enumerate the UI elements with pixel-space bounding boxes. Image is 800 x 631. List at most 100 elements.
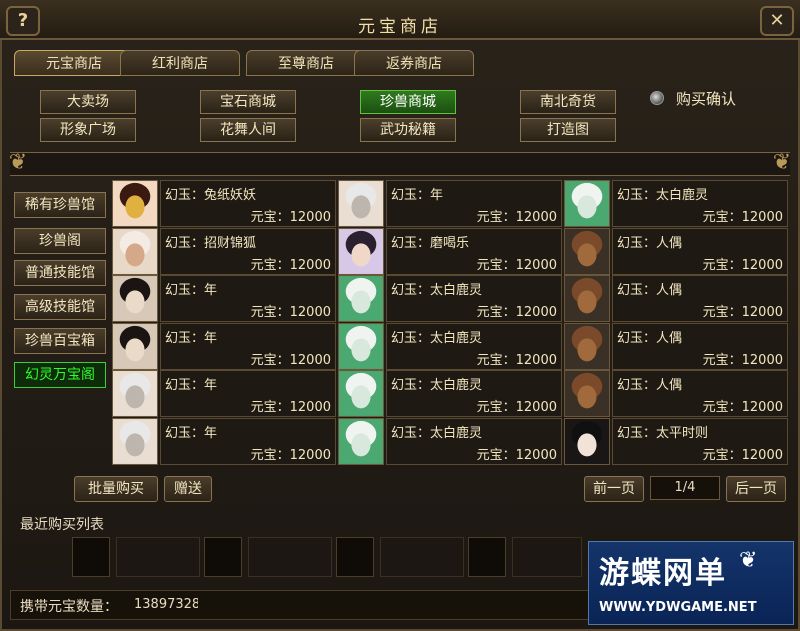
item-cell[interactable]: 幻玉：人偶 元宝：12000 [564,227,788,275]
item-cell[interactable]: 幻玉：太白鹿灵 元宝：12000 [338,322,562,370]
white-hair-portrait-icon[interactable] [112,370,158,418]
category-pet-mall[interactable]: 珍兽商城 [360,90,456,114]
category-appearance-plaza[interactable]: 形象广场 [40,118,136,142]
butterfly-icon: ❦ [739,548,758,573]
fox-portrait-icon[interactable] [112,227,158,275]
recent-slot-icon[interactable] [204,537,242,577]
item-name: 幻玉：人偶 [617,330,683,346]
item-cell[interactable]: 幻玉：太白鹿灵 元宝：12000 [338,275,562,323]
category-gem-mall[interactable]: 宝石商城 [200,90,296,114]
gift-button[interactable]: 赠送 [164,476,212,502]
item-cell[interactable]: 幻玉：兔纸妖妖 元宝：12000 [112,180,336,227]
recent-slot-icon[interactable] [336,537,374,577]
item-info[interactable]: 幻玉：太白鹿灵 元宝：12000 [386,322,562,370]
category-martial-manuals[interactable]: 武功秘籍 [360,118,456,142]
item-cell[interactable]: 幻玉：年 元宝：12000 [112,370,336,418]
white-deer-portrait-icon[interactable] [338,275,384,323]
dark-hair-girl-portrait-icon[interactable] [564,418,610,465]
item-info[interactable]: 幻玉：年 元宝：12000 [160,275,336,323]
sidebar-item-pet-pavilion[interactable]: 珍兽阁 [14,228,106,254]
item-info[interactable]: 幻玉：人偶 元宝：12000 [612,275,788,323]
recent-slot-icon[interactable] [72,537,110,577]
item-info[interactable]: 幻玉：招财锦狐 元宝：12000 [160,227,336,275]
dark-hair-portrait-icon[interactable] [112,322,158,370]
tab-coupon-shop[interactable]: 返券商店 [354,50,474,76]
item-info[interactable]: 幻玉：太平时则 元宝：12000 [612,418,788,465]
item-info[interactable]: 幻玉：太白鹿灵 元宝：12000 [612,180,788,227]
item-cell[interactable]: 幻玉：人偶 元宝：12000 [564,275,788,323]
item-info[interactable]: 幻玉：兔纸妖妖 元宝：12000 [160,180,336,227]
sidebar-item-pet-treasure-box[interactable]: 珍兽百宝箱 [14,328,106,354]
item-info[interactable]: 幻玉：年 元宝：12000 [160,370,336,418]
page-indicator: 1/4 [650,476,720,500]
item-cell[interactable]: 幻玉：年 元宝：12000 [112,322,336,370]
item-info[interactable]: 幻玉：太白鹿灵 元宝：12000 [386,370,562,418]
category-flower-dance[interactable]: 花舞人间 [200,118,296,142]
item-info[interactable]: 幻玉：太白鹿灵 元宝：12000 [386,418,562,465]
close-icon[interactable]: ✕ [760,6,794,36]
item-cell[interactable]: 幻玉：太平时则 元宝：12000 [564,418,788,465]
item-name: 幻玉：太白鹿灵 [617,188,709,203]
item-name: 幻玉：人偶 [617,235,683,251]
white-deer-portrait-icon[interactable] [338,418,384,465]
item-cell[interactable]: 幻玉：招财锦狐 元宝：12000 [112,227,336,275]
category-rare-goods[interactable]: 南北奇货 [520,90,616,114]
tab-bonus-shop[interactable]: 红利商店 [120,50,240,76]
white-deer-portrait-icon[interactable] [338,322,384,370]
cowboy-hat-portrait-icon[interactable] [564,370,610,418]
item-price: 元宝：12000 [476,210,557,225]
white-deer-portrait-icon[interactable] [564,180,610,227]
white-hair-portrait-icon[interactable] [338,180,384,227]
sidebar-item-phantom-pavilion[interactable]: 幻灵万宝阁 [14,362,106,388]
item-name: 幻玉：人偶 [617,378,683,394]
category-forging-blueprints[interactable]: 打造图 [520,118,616,142]
purchase-confirm-radio[interactable] [650,91,664,105]
next-page-button[interactable]: 后一页 [726,476,786,502]
item-cell[interactable]: 幻玉：人偶元宝：12000 [564,370,788,418]
item-info[interactable]: 幻玉：年 元宝：12000 [160,418,336,465]
item-info[interactable]: 幻玉：磨喝乐 元宝：12000 [386,227,562,275]
white-hair-portrait-icon[interactable] [112,418,158,465]
twin-dolls-portrait-icon[interactable] [338,227,384,275]
sidebar-item-common-skills[interactable]: 普通技能馆 [14,260,106,286]
item-name: 幻玉：年 [391,188,444,203]
item-info[interactable]: 幻玉：年元宝：12000 [386,180,562,227]
item-info[interactable]: 幻玉：人偶 元宝：12000 [612,227,788,275]
sidebar-item-advanced-skills[interactable]: 高级技能馆 [14,294,106,320]
girl-with-crown-portrait-icon[interactable] [112,180,158,227]
item-cell[interactable]: 幻玉：年 元宝：12000 [112,418,336,465]
recent-slot-info [512,537,582,577]
item-cell[interactable]: 幻玉：太白鹿灵 元宝：12000 [338,418,562,465]
prev-page-button[interactable]: 前一页 [584,476,644,502]
help-icon[interactable]: ? [6,6,40,36]
category-big-market[interactable]: 大卖场 [40,90,136,114]
item-grid: 幻玉：兔纸妖妖 元宝：12000 幻玉：年 元宝：12000 幻玉：太白鹿灵 元宝：120… [112,180,788,466]
item-price: 元宝：12000 [250,210,331,225]
item-price: 元宝：12000 [702,400,783,416]
sidebar-item-rare-pets[interactable]: 稀有珍兽馆 [14,192,106,218]
tab-supreme-shop[interactable]: 至尊商店 [246,50,366,76]
item-info[interactable]: 幻玉：年 元宝：12000 [160,322,336,370]
recent-slot-icon[interactable] [468,537,506,577]
cowboy-hat-portrait-icon[interactable] [564,322,610,370]
batch-buy-button[interactable]: 批量购买 [74,476,158,502]
item-cell[interactable]: 幻玉：年元宝：12000 [338,180,562,227]
item-cell[interactable]: 幻玉：太白鹿灵 元宝：12000 [338,370,562,418]
dark-hair-portrait-icon[interactable] [112,275,158,323]
item-cell[interactable]: 幻玉：太白鹿灵 元宝：12000 [564,180,788,227]
cowboy-hat-portrait-icon[interactable] [564,227,610,275]
item-cell[interactable]: 幻玉：人偶 元宝：12000 [564,322,788,370]
item-cell[interactable]: 幻玉：年 元宝：12000 [112,275,336,323]
item-name: 幻玉：太平时则 [617,426,709,441]
item-name: 幻玉：年 [165,426,218,441]
item-info[interactable]: 幻玉：太白鹿灵 元宝：12000 [386,275,562,323]
ornamental-divider [10,152,790,176]
cowboy-hat-portrait-icon[interactable] [564,275,610,323]
white-deer-portrait-icon[interactable] [338,370,384,418]
item-info[interactable]: 幻玉：人偶 元宝：12000 [612,322,788,370]
tab-yuanbao-shop[interactable]: 元宝商店 [14,50,134,76]
item-name: 幻玉：磨喝乐 [391,235,470,251]
item-cell[interactable]: 幻玉：磨喝乐 元宝：12000 [338,227,562,275]
item-info[interactable]: 幻玉：人偶元宝：12000 [612,370,788,418]
watermark-title: 游蝶网单 [599,556,727,591]
